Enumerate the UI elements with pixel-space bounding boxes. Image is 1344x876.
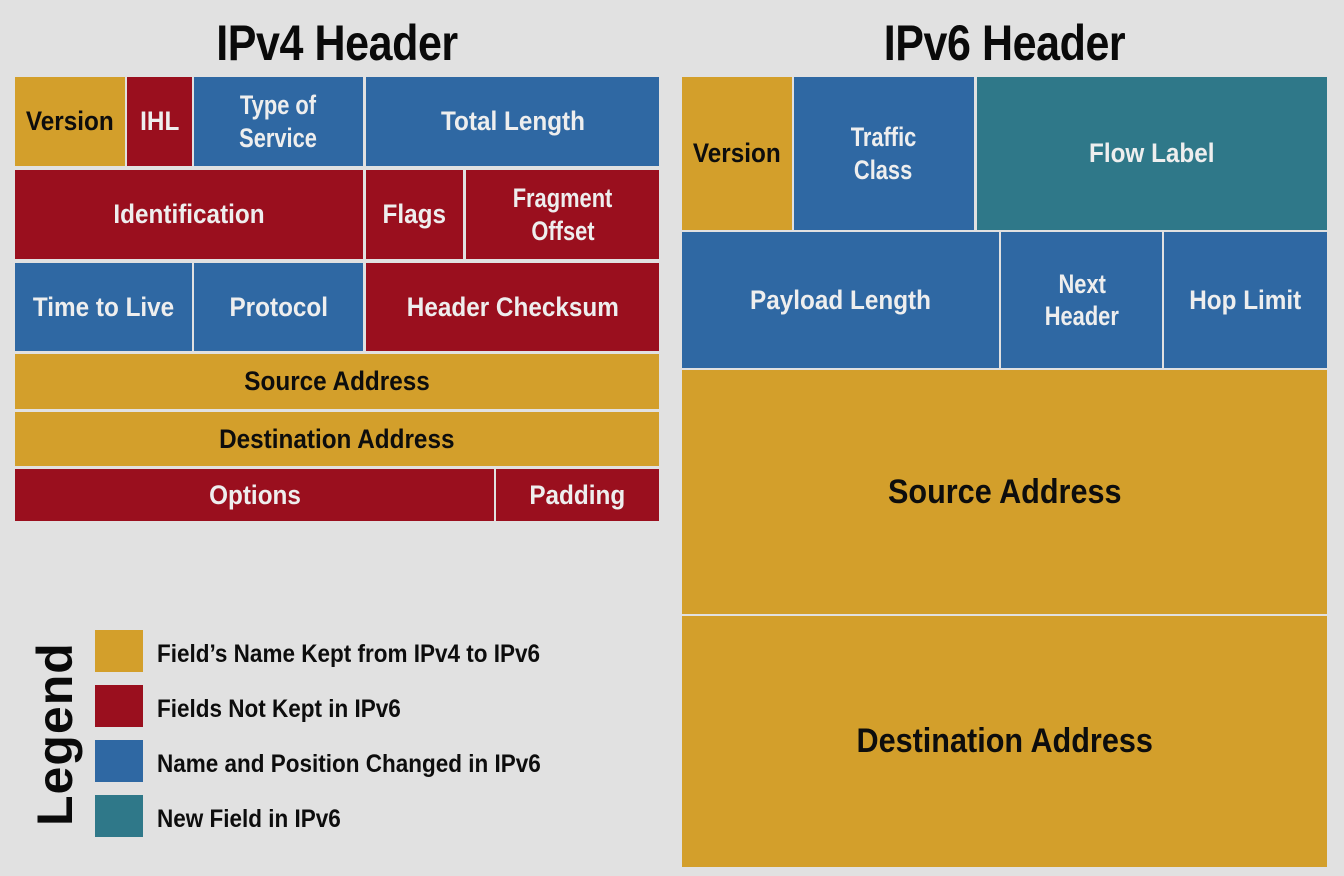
ipv6-payload-length-field: Payload Length (682, 232, 999, 368)
legend-label-not-kept: Fields Not Kept in IPv6 (157, 695, 401, 723)
field-label: Padding (529, 479, 626, 510)
field-label: Next Header (1040, 268, 1122, 333)
legend-swatch-changed (95, 740, 143, 782)
field-label: Destination Address (219, 423, 455, 454)
field-label: Flags (382, 199, 447, 230)
ipv6-source-address-field: Source Address (682, 370, 1327, 614)
field-label: Type of Service (235, 89, 321, 154)
legend-swatch-kept (95, 630, 143, 672)
label-line: Fragment (512, 183, 613, 214)
ipv4-source-address-field: Source Address (15, 354, 659, 409)
label-line: Traffic (851, 122, 917, 153)
label-line: Type of (240, 90, 317, 121)
field-label: Traffic Class (848, 121, 921, 186)
ipv6-flow-label-field: Flow Label (977, 77, 1327, 230)
label-line: Next (1057, 268, 1106, 299)
field-label: IHL (139, 106, 180, 137)
ipv6-next-header-field: Next Header (1001, 232, 1162, 368)
ipv4-header-checksum-field: Header Checksum (366, 263, 659, 351)
field-label: Total Length (440, 106, 585, 137)
field-label: Version (26, 106, 114, 137)
label-line: Service (239, 122, 318, 153)
field-label: Version (693, 138, 781, 169)
field-label: Payload Length (750, 284, 931, 315)
label-line: Offset (530, 215, 595, 246)
field-label: Flow Label (1089, 138, 1215, 169)
field-label: Source Address (244, 366, 430, 397)
ipv4-options-field: Options (15, 469, 494, 521)
legend-swatch-new (95, 795, 143, 837)
ipv6-hop-limit-field: Hop Limit (1164, 232, 1327, 368)
field-label: Options (208, 479, 301, 510)
ipv4-fragment-offset-field: Fragment Offset (466, 170, 659, 259)
field-label: Protocol (229, 291, 328, 322)
field-label: Fragment Offset (507, 182, 618, 247)
ipv6-traffic-class-field: Traffic Class (794, 77, 974, 230)
ipv4-destination-address-field: Destination Address (15, 412, 659, 466)
legend-label-changed: Name and Position Changed in IPv6 (157, 750, 541, 778)
field-label: Time to Live (32, 291, 175, 322)
ipv6-destination-address-field: Destination Address (682, 616, 1327, 867)
ipv4-type-of-service-field: Type of Service (194, 77, 363, 166)
ipv4-ihl-field: IHL (127, 77, 192, 166)
ipv6-title: IPv6 Header (883, 15, 1126, 71)
field-label: Destination Address (856, 722, 1153, 761)
ipv4-title: IPv4 Header (216, 15, 458, 71)
ipv6-version-field: Version (682, 77, 792, 230)
ipv4-flags-field: Flags (366, 170, 463, 259)
ipv4-total-length-field: Total Length (366, 77, 659, 166)
legend-label-new: New Field in IPv6 (157, 805, 341, 833)
ipv4-protocol-field: Protocol (194, 263, 363, 351)
legend-label-kept: Field’s Name Kept from IPv4 to IPv6 (157, 640, 541, 668)
field-label: Header Checksum (406, 291, 619, 322)
ipv4-padding-field: Padding (496, 469, 659, 521)
legend-title: Legend (27, 642, 83, 826)
label-line: Header (1044, 301, 1119, 331)
field-label: Identification (113, 199, 265, 230)
ipv4-identification-field: Identification (15, 170, 363, 259)
field-label: Hop Limit (1189, 284, 1302, 315)
ipv4-ttl-field: Time to Live (15, 263, 192, 351)
legend-swatch-not-kept (95, 685, 143, 727)
ipv4-version-field: Version (15, 77, 125, 166)
label-line: Class (854, 154, 914, 185)
field-label: Source Address (887, 472, 1122, 511)
